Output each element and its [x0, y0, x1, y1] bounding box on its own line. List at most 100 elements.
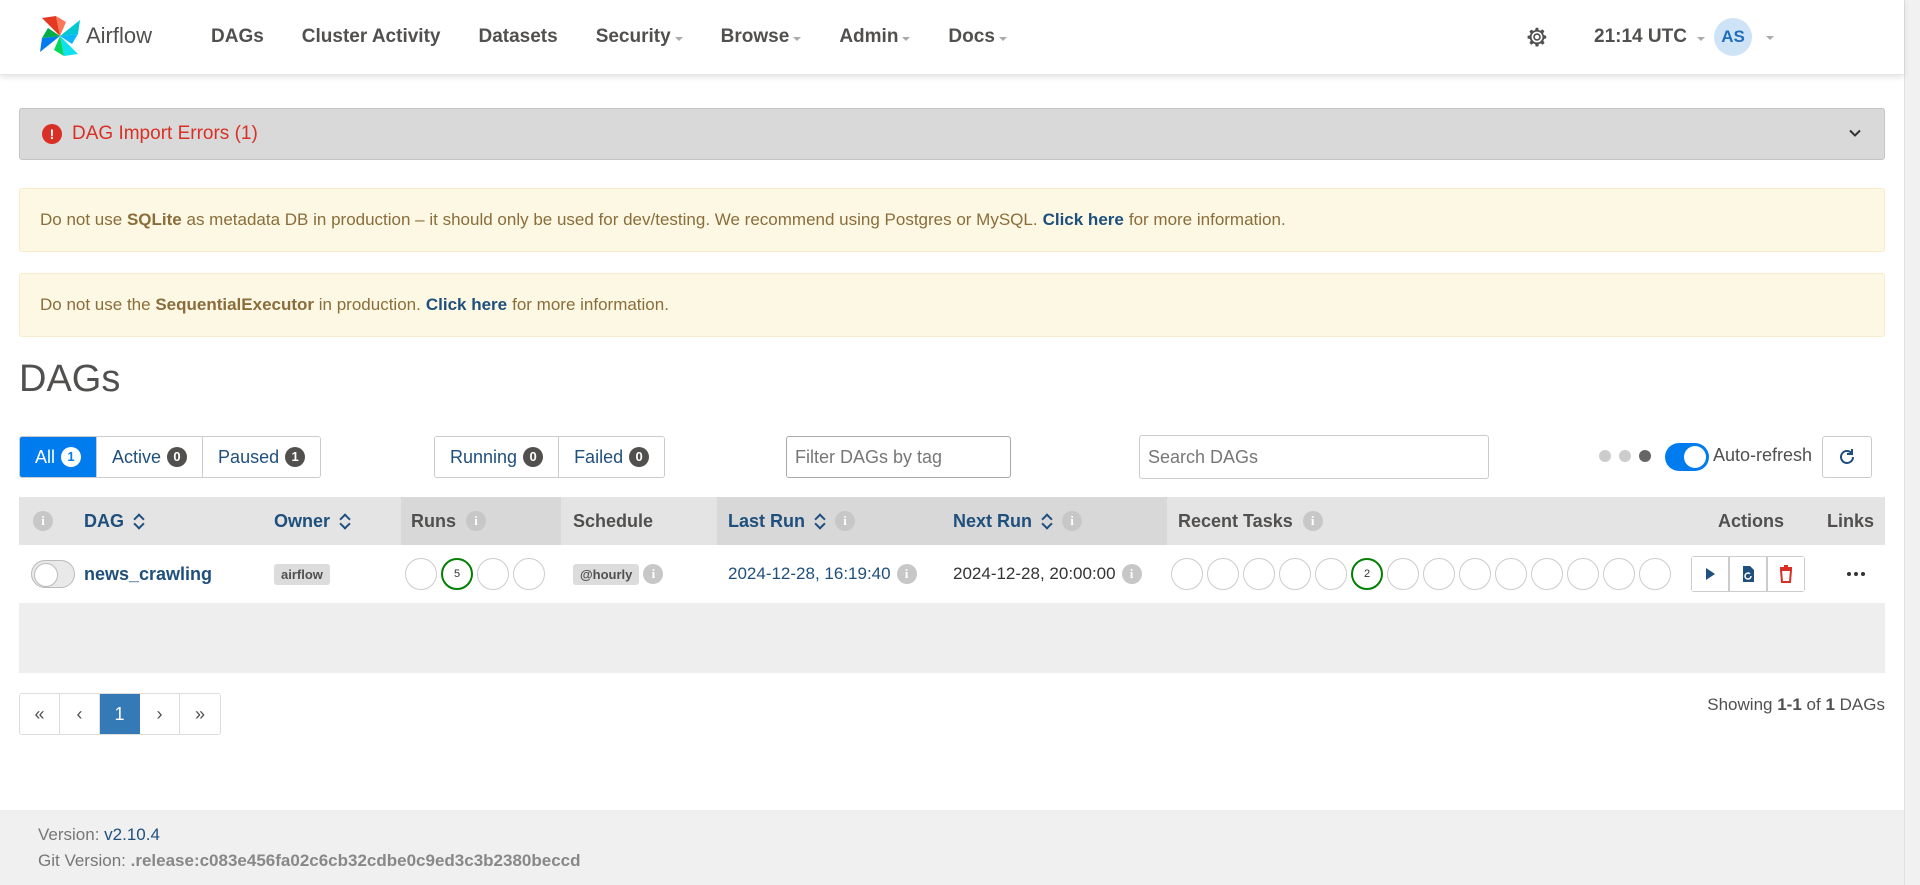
top-navbar: Airflow DAGs Cluster Activity Datasets S… [0, 0, 1904, 75]
filter-running-button[interactable]: Running 0 [435, 437, 560, 477]
nav-admin-dropdown[interactable]: Admin [839, 26, 911, 48]
col-owner-sort[interactable]: Owner [274, 497, 350, 545]
col-schedule: Schedule [573, 497, 653, 545]
owner-badge[interactable]: airflow [274, 563, 330, 585]
nav-browse-label: Browse [720, 26, 790, 47]
filter-paused-button[interactable]: Paused 1 [203, 437, 321, 477]
nav-datasets[interactable]: Datasets [478, 26, 557, 48]
nav-cluster-activity[interactable]: Cluster Activity [302, 26, 441, 48]
task-state-circle[interactable] [1207, 558, 1239, 590]
task-state-circle[interactable] [1171, 558, 1203, 590]
col-header-label: Links [1827, 510, 1875, 531]
caret-down-icon [1696, 36, 1705, 41]
filter-label: Paused [218, 446, 280, 467]
page-footer: Version: v2.10.4 Git Version: .release:c… [0, 810, 1904, 885]
page-title: DAGs [19, 358, 121, 400]
info-icon[interactable]: i [835, 511, 856, 531]
task-state-circle[interactable] [1279, 558, 1311, 590]
version-link[interactable]: v2.10.4 [104, 825, 160, 844]
version-label: Version: [38, 825, 100, 844]
run-state-queued[interactable] [405, 558, 437, 590]
executor-click-here-link[interactable]: Click here [426, 295, 507, 315]
info-icon[interactable]: i [466, 511, 486, 531]
dag-actions [1691, 556, 1805, 592]
count-badge: 0 [167, 447, 188, 467]
run-state-success[interactable]: 5 [441, 558, 473, 590]
nav-security-label: Security [595, 26, 671, 47]
nav-security-dropdown[interactable]: Security [596, 26, 683, 48]
auto-refresh-toggle[interactable] [1665, 443, 1709, 471]
timezone-dropdown[interactable]: 21:14 UTC [1594, 26, 1705, 48]
info-icon[interactable]: i [1121, 564, 1142, 584]
col-next-run-sort[interactable]: Next Run i [953, 497, 1083, 545]
task-state-circle[interactable] [1423, 558, 1455, 590]
sort-icon [1042, 512, 1052, 530]
brand-logo[interactable]: Airflow [36, 12, 152, 60]
col-header-label: Last Run [728, 510, 806, 531]
run-state-failed[interactable] [513, 558, 545, 590]
info-icon[interactable]: i [33, 511, 53, 531]
task-state-circle[interactable] [1603, 558, 1635, 590]
nav-docs-label: Docs [948, 26, 995, 47]
refresh-dag-button[interactable] [1729, 556, 1767, 592]
task-state-circle[interactable] [1639, 558, 1671, 590]
task-state-circle[interactable] [1495, 558, 1527, 590]
nav-dags-label: DAGs [211, 26, 264, 47]
col-last-run-sort[interactable]: Last Run i [728, 497, 856, 545]
last-run-link[interactable]: 2024-12-28, 16:19:40 [728, 564, 891, 584]
more-links-icon[interactable] [1845, 572, 1866, 576]
page-first-button[interactable]: « [20, 694, 60, 734]
info-icon[interactable]: i [1062, 511, 1083, 531]
task-state-circle[interactable] [1387, 558, 1419, 590]
filter-label: All [35, 446, 56, 467]
count-badge: 1 [285, 447, 306, 467]
nav-dags[interactable]: DAGs [211, 26, 264, 48]
info-icon[interactable]: i [896, 564, 917, 584]
page-next-button[interactable]: › [140, 694, 180, 734]
filter-all-button[interactable]: All 1 [20, 437, 98, 477]
run-state-running[interactable] [477, 558, 509, 590]
col-dag-sort[interactable]: DAG [84, 497, 144, 545]
nav-docs-dropdown[interactable]: Docs [948, 26, 1007, 48]
caret-down-icon[interactable] [1766, 36, 1774, 40]
import-errors-label: DAG Import Errors (1) [72, 123, 258, 144]
task-state-circle[interactable] [1531, 558, 1563, 590]
table-header: i DAG Owner Runs i Schedule Last Run i Nex… [19, 497, 1885, 545]
dag-id-link[interactable]: news_crawling [84, 564, 212, 585]
page-last-button[interactable]: » [180, 694, 220, 734]
page-number-button[interactable]: 1 [100, 694, 140, 734]
sqlite-click-here-link[interactable]: Click here [1043, 210, 1124, 230]
info-icon[interactable]: i [1302, 511, 1323, 531]
gear-icon[interactable] [1524, 24, 1550, 50]
col-actions: Actions [1718, 497, 1784, 545]
dag-import-errors-panel[interactable]: ! DAG Import Errors (1) [19, 108, 1885, 160]
delete-dag-button[interactable] [1767, 556, 1805, 592]
refresh-icon [1840, 449, 1854, 464]
task-state-circle[interactable] [1567, 558, 1599, 590]
filter-failed-button[interactable]: Failed 0 [559, 437, 665, 477]
page-prev-button[interactable]: ‹ [60, 694, 100, 734]
nav-admin-label: Admin [839, 26, 899, 47]
user-avatar[interactable]: AS [1714, 18, 1752, 56]
tag-filter-input[interactable] [786, 436, 1011, 478]
caret-down-icon [998, 36, 1007, 41]
task-state-circle[interactable] [1315, 558, 1347, 590]
chevron-down-icon[interactable] [1848, 126, 1862, 140]
search-dags-input[interactable] [1139, 435, 1489, 479]
schedule-badge[interactable]: @hourly [573, 563, 640, 585]
table-row: news_crawling airflow 5 @hourly i 2024-12… [19, 545, 1885, 603]
alert-bold-text: SQLite [126, 210, 182, 229]
task-state-circle[interactable] [1459, 558, 1491, 590]
play-icon [1706, 568, 1715, 580]
info-icon[interactable]: i [643, 564, 664, 584]
refresh-button[interactable] [1822, 436, 1872, 478]
alert-text: for more information. [512, 295, 669, 314]
task-state-success[interactable]: 2 [1351, 558, 1383, 590]
filter-active-button[interactable]: Active 0 [97, 437, 204, 477]
run-state-filter-group: Running 0 Failed 0 [434, 436, 666, 478]
dag-pause-toggle[interactable] [31, 560, 75, 588]
trigger-dag-button[interactable] [1691, 556, 1729, 592]
page-scrollbar[interactable] [1904, 0, 1920, 885]
nav-browse-dropdown[interactable]: Browse [721, 26, 802, 48]
task-state-circle[interactable] [1243, 558, 1275, 590]
